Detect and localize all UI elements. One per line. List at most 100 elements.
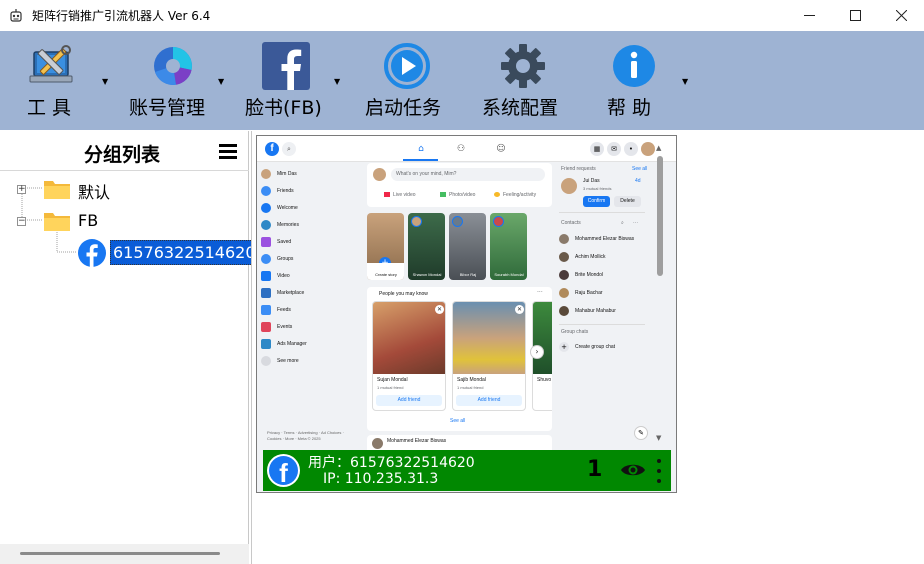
toolbar-help[interactable]: 帮 助 ▼ — [605, 31, 695, 130]
fb-composer-input[interactable]: What's on your mind, Mim? — [391, 168, 545, 181]
contact-item[interactable]: Raju Bachar — [559, 286, 603, 300]
chevron-down-icon[interactable]: ▼ — [102, 77, 108, 86]
see-all-link[interactable]: See all — [632, 166, 647, 172]
see-all-link[interactable]: See all — [450, 418, 465, 424]
contact-item[interactable]: Brite Mondol — [559, 268, 603, 282]
chevron-down-icon[interactable]: ▼ — [334, 77, 340, 86]
fb-photo-video-button[interactable]: Photo/video — [440, 192, 475, 198]
scroll-down-icon[interactable]: ▼ — [656, 434, 661, 442]
tree-item-fb[interactable]: − FB — [0, 206, 249, 236]
contact-item[interactable]: Achim Mollick — [559, 250, 606, 264]
fb-side-item[interactable]: See more — [261, 353, 299, 369]
fb-side-item[interactable]: Friends — [261, 183, 294, 199]
fb-vertical-scrollbar[interactable]: ▲ ▼ — [654, 144, 666, 444]
toolbar-accounts[interactable]: 账号管理 ▼ — [128, 31, 228, 130]
fb-side-item[interactable]: Mim Das — [261, 166, 297, 182]
home-icon[interactable]: ⌂ — [413, 141, 429, 157]
pymk-title: People you may know — [379, 291, 428, 297]
delete-button[interactable]: Delete — [614, 196, 641, 207]
eye-icon[interactable] — [620, 461, 646, 479]
fb-side-item[interactable]: Memories — [261, 217, 299, 233]
toolbar-tools[interactable]: 工 具 ▼ — [22, 31, 112, 130]
groups-icon[interactable]: ☺ — [493, 141, 509, 157]
scrollbar-thumb[interactable] — [20, 552, 220, 555]
more-icon[interactable]: ··· — [537, 289, 543, 296]
status-user-id: 用户：61576322514620 — [308, 455, 475, 471]
notifications-icon[interactable]: • — [624, 142, 638, 156]
facebook-logo-icon[interactable]: f — [265, 142, 279, 156]
create-group-chat-button[interactable]: + Create group chat — [559, 340, 615, 354]
fb-side-item[interactable]: Ads Manager — [261, 336, 307, 352]
horizontal-scrollbar[interactable] — [0, 544, 249, 564]
toolbar-help-label: 帮 助 — [607, 97, 652, 119]
scroll-up-icon[interactable]: ▲ — [656, 144, 661, 152]
toolbar-start-task[interactable]: 启动任务 — [364, 31, 454, 130]
fb-story[interactable]: Bibor Raj — [449, 213, 486, 280]
avatar — [559, 252, 569, 262]
facebook-browser-view[interactable]: f ⌕ ⌂ ⚇ ☺ ▦ ✉ • Mim Das Friends Welcome … — [256, 135, 677, 493]
fb-side-item[interactable]: Saved — [261, 234, 291, 250]
toolbar-facebook[interactable]: 脸书(FB) ▼ — [245, 31, 345, 130]
add-icon: + — [559, 342, 569, 352]
fb-feeling-button[interactable]: Feeling/activity — [494, 192, 536, 198]
toolbar: 工 具 ▼ 账号管理 ▼ 脸书(FB) ▼ 启动任务 系统配置 帮 助 ▼ — [0, 31, 924, 130]
fb-side-item[interactable]: Events — [261, 319, 292, 335]
more-vertical-icon[interactable] — [656, 458, 662, 484]
marketplace-icon — [261, 288, 271, 298]
contact-item[interactable]: Mahabur Mahabur — [559, 304, 616, 318]
avatar — [561, 178, 577, 194]
gear-icon — [498, 42, 548, 92]
account-status-bar: f 用户：61576322514620 IP: 110.235.31.3 1 — [263, 450, 671, 491]
status-ip: IP: 110.235.31.3 — [323, 471, 439, 487]
search-icon[interactable]: ⌕ — [621, 220, 624, 226]
contact-item[interactable]: Mohammed Elezar Biswas — [559, 232, 634, 246]
fb-side-item[interactable]: Video — [261, 268, 290, 284]
facebook-icon — [261, 42, 311, 92]
more-icon[interactable]: ··· — [633, 220, 638, 226]
fb-story[interactable]: Shawon Mondal — [408, 213, 445, 280]
feeling-icon — [494, 192, 500, 198]
fb-story-create[interactable]: + Create story — [367, 213, 404, 280]
tree-item-account[interactable]: 61576322514620 — [0, 238, 259, 268]
feeds-icon — [261, 305, 271, 315]
add-friend-button[interactable]: Add friend — [376, 395, 442, 406]
tree-item-default[interactable]: + 默认 — [0, 174, 249, 204]
close-icon[interactable]: ✕ — [435, 305, 444, 314]
menu-grid-icon[interactable]: ▦ — [590, 142, 604, 156]
fb-side-item[interactable]: Groups — [261, 251, 293, 267]
fb-story[interactable]: Sourabh Mondal — [490, 213, 527, 280]
facebook-icon — [78, 239, 106, 267]
minimize-button[interactable] — [786, 0, 832, 31]
close-icon[interactable]: ✕ — [515, 305, 524, 314]
profile-avatar[interactable] — [641, 142, 655, 156]
fb-footer-links[interactable]: Privacy · Terms · Advertising · Ad Choic… — [267, 430, 359, 442]
maximize-button[interactable] — [832, 0, 878, 31]
fb-side-item[interactable]: Marketplace — [261, 285, 304, 301]
fb-live-video-button[interactable]: Live video — [384, 192, 416, 198]
chevron-right-icon[interactable]: › — [530, 345, 544, 359]
tools-icon — [28, 42, 78, 92]
group-list-header: 分组列表 — [0, 131, 249, 171]
compose-message-icon[interactable]: ✎ — [634, 426, 648, 440]
video-icon — [261, 271, 271, 281]
close-button[interactable] — [878, 0, 924, 31]
scrollbar-thumb[interactable] — [657, 156, 663, 276]
title-bar[interactable]: 矩阵行销推广引流机器人 Ver 6.4 — [0, 0, 924, 31]
toolbar-settings[interactable]: 系统配置 — [481, 31, 571, 130]
robot-icon — [8, 8, 24, 24]
confirm-button[interactable]: Confirm — [583, 196, 610, 207]
fb-side-item[interactable]: Welcome — [261, 200, 298, 216]
expand-plus-icon[interactable]: + — [17, 185, 26, 194]
chevron-down-icon[interactable]: ▼ — [218, 77, 224, 86]
messenger-icon[interactable]: ✉ — [607, 142, 621, 156]
search-icon[interactable]: ⌕ — [282, 142, 296, 156]
add-friend-button[interactable]: Add friend — [456, 395, 522, 406]
fb-top-nav: f ⌕ ⌂ ⚇ ☺ ▦ ✉ • — [257, 136, 676, 162]
friends-icon[interactable]: ⚇ — [453, 141, 469, 157]
chevron-down-icon[interactable]: ▼ — [682, 77, 688, 86]
collapse-minus-icon[interactable]: − — [17, 217, 26, 226]
avatar — [261, 169, 271, 179]
status-count: 1 — [587, 457, 603, 482]
hamburger-menu-icon[interactable] — [219, 142, 237, 160]
fb-side-item[interactable]: Feeds — [261, 302, 291, 318]
